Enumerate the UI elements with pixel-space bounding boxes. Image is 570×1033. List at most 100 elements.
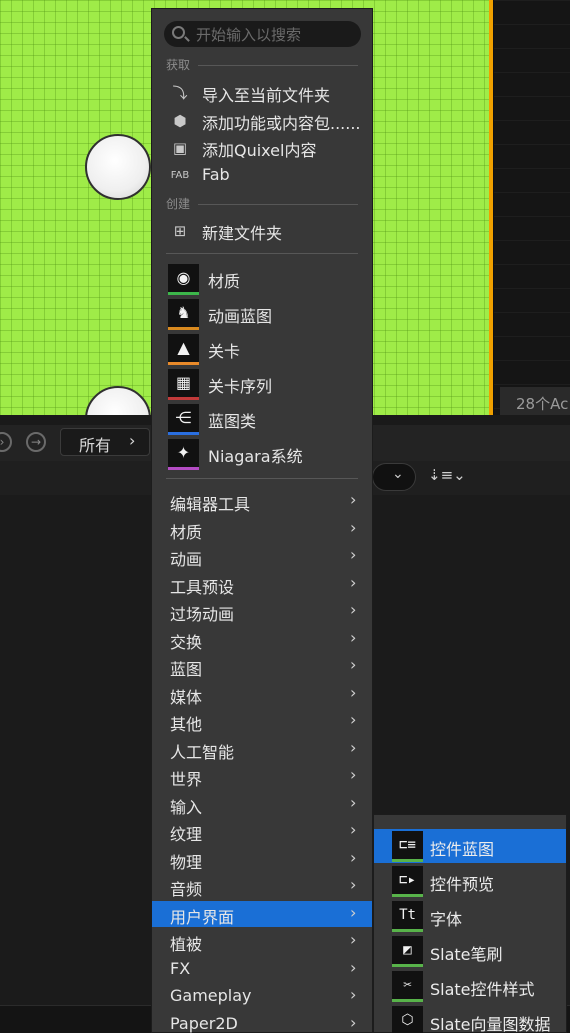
chevron-down-icon[interactable]: ⌄ xyxy=(392,466,404,482)
asset-item-label: 材质 xyxy=(208,272,241,291)
outliner-panel xyxy=(494,0,570,415)
submenu-item-label: Slate笔刷 xyxy=(430,945,503,964)
category-item[interactable]: 材质 › xyxy=(152,516,372,542)
chevron-right-icon: › xyxy=(350,710,357,729)
quixel-icon: ▣ xyxy=(172,139,188,157)
chevron-right-icon: › xyxy=(350,875,357,894)
submenu-item-slate-widget-style[interactable]: ✂ Slate控件样式 xyxy=(374,969,566,1003)
section-divider xyxy=(166,253,358,254)
asset-item-level[interactable]: ▲ 关卡 xyxy=(168,334,368,366)
category-label: 音频 xyxy=(170,880,203,899)
submenu-item-font[interactable]: Tt 字体 xyxy=(374,899,566,933)
import-icon: ⤵ xyxy=(172,84,188,102)
category-item[interactable]: 纹理 › xyxy=(152,818,372,844)
submenu-item-label: Slate控件样式 xyxy=(430,980,535,999)
chevron-right-icon: › xyxy=(350,985,357,1004)
category-label: 过场动画 xyxy=(170,605,235,624)
chevron-right-icon: › xyxy=(129,431,136,450)
menu-item-label: 导入至当前文件夹 xyxy=(202,86,331,105)
asset-item-material[interactable]: ◉ 材质 xyxy=(168,264,368,296)
menu-item-fab[interactable]: FAB Fab xyxy=(166,163,362,189)
chevron-right-icon: › xyxy=(350,655,357,674)
section-divider xyxy=(166,478,358,479)
category-label: FX xyxy=(170,958,191,978)
chevron-right-icon: › xyxy=(350,737,357,757)
chevron-right-icon: › xyxy=(350,957,357,977)
category-item[interactable]: 编辑器工具 › xyxy=(152,488,372,514)
asset-item-animation-blueprint[interactable]: ♞ 动画蓝图 xyxy=(168,299,368,331)
actor-count: 28个Ac xyxy=(500,387,570,415)
submenu-item-widget-blueprint[interactable]: ⊏≡ 控件蓝图 xyxy=(374,829,566,863)
category-item[interactable]: 人工智能 › xyxy=(152,736,372,762)
category-label: 材质 xyxy=(170,522,203,542)
font-icon: Tt xyxy=(392,901,423,932)
menu-item-add-quixel[interactable]: ▣ 添加Quixel内容 xyxy=(166,135,362,161)
category-item[interactable]: 用户界面 › xyxy=(152,900,372,927)
search-icon xyxy=(172,26,185,39)
category-label: 纹理 xyxy=(170,825,203,844)
category-label: 编辑器工具 xyxy=(170,495,251,514)
chevron-right-icon: › xyxy=(350,792,357,812)
submenu-item-label: 控件蓝图 xyxy=(430,840,495,859)
category-item[interactable]: 其他 › xyxy=(152,708,372,734)
submenu-item-slate-brush[interactable]: ◩ Slate笔刷 xyxy=(374,934,566,968)
viewport-selection-border xyxy=(489,0,493,415)
submenu-item-widget-preview[interactable]: ⊏▸ 控件预览 xyxy=(374,864,566,898)
category-item[interactable]: 动画 › xyxy=(152,543,372,569)
level-icon: ▲ xyxy=(168,334,199,365)
menu-item-import[interactable]: ⤵ 导入至当前文件夹 xyxy=(166,80,362,106)
category-label: 交换 xyxy=(170,632,203,652)
breadcrumb[interactable]: 所有 › xyxy=(60,428,150,456)
fab-icon: FAB xyxy=(170,170,190,181)
chevron-right-icon: › xyxy=(350,1012,357,1032)
sort-icon[interactable]: ⇣≡⌄ xyxy=(428,466,466,484)
category-item[interactable]: 世界 › xyxy=(152,763,372,789)
category-label: 其他 xyxy=(170,715,203,734)
category-item[interactable]: 蓝图 › xyxy=(152,653,372,679)
category-item[interactable]: 输入 › xyxy=(152,791,372,817)
sphere-actor[interactable] xyxy=(85,134,151,200)
new-folder-icon: ⊞ xyxy=(173,222,187,240)
chevron-right-icon: › xyxy=(350,930,357,949)
category-item[interactable]: 过场动画 › xyxy=(152,598,372,624)
widget-preview-icon: ⊏▸ xyxy=(392,866,423,897)
category-item[interactable]: 工具预设 › xyxy=(152,571,372,597)
category-label: 物理 xyxy=(170,852,203,872)
chevron-right-icon: › xyxy=(350,765,357,784)
category-item[interactable]: 媒体 › xyxy=(152,681,372,707)
chevron-right-icon: › xyxy=(350,627,357,647)
slate-brush-icon: ◩ xyxy=(392,936,423,967)
asset-item-level-sequence[interactable]: ▦ 关卡序列 xyxy=(168,369,368,401)
menu-item-new-folder[interactable]: ⊞ 新建文件夹 xyxy=(166,218,362,244)
category-label: 蓝图 xyxy=(170,660,203,679)
category-label: 用户界面 xyxy=(170,907,235,927)
category-label: Gameplay xyxy=(170,986,252,1005)
asset-item-blueprint-class[interactable]: ⋲ 蓝图类 xyxy=(168,404,368,436)
asset-item-label: Niagara系统 xyxy=(208,447,303,466)
category-item[interactable]: Gameplay › xyxy=(152,983,372,1009)
category-item[interactable]: FX › xyxy=(152,956,372,982)
category-item[interactable]: 音频 › xyxy=(152,873,372,899)
category-item[interactable]: Paper2D › xyxy=(152,1011,372,1033)
breadcrumb-label: 所有 xyxy=(79,436,112,455)
chevron-right-icon: › xyxy=(350,600,357,619)
menu-item-add-feature-pack[interactable]: ⬢ 添加功能或内容包...... xyxy=(166,108,362,134)
category-item[interactable]: 物理 › xyxy=(152,846,372,872)
chevron-right-icon: › xyxy=(350,572,357,592)
history-forward-icon[interactable]: → xyxy=(26,432,46,452)
category-item[interactable]: 交换 › xyxy=(152,626,372,652)
add-asset-menu: 开始输入以搜索 获取 ⤵ 导入至当前文件夹 ⬢ 添加功能或内容包...... ▣… xyxy=(151,8,373,1033)
asset-item-niagara-system[interactable]: ✦ Niagara系统 xyxy=(168,439,368,471)
slate-widget-style-icon: ✂ xyxy=(392,971,423,1002)
search-input[interactable]: 开始输入以搜索 xyxy=(164,21,361,47)
asset-item-label: 动画蓝图 xyxy=(208,307,273,326)
section-title-create: 创建 xyxy=(166,197,191,211)
section-title-get: 获取 xyxy=(166,58,191,72)
level-sequence-icon: ▦ xyxy=(168,369,199,400)
category-label: 工具预设 xyxy=(170,577,235,597)
submenu-item-slate-vector-data[interactable]: ⬡ Slate向量图数据 xyxy=(374,1004,566,1033)
animation-blueprint-icon: ♞ xyxy=(168,299,199,330)
category-label: 世界 xyxy=(170,770,203,789)
category-item[interactable]: 植被 › xyxy=(152,928,372,954)
category-label: 动画 xyxy=(170,550,203,569)
